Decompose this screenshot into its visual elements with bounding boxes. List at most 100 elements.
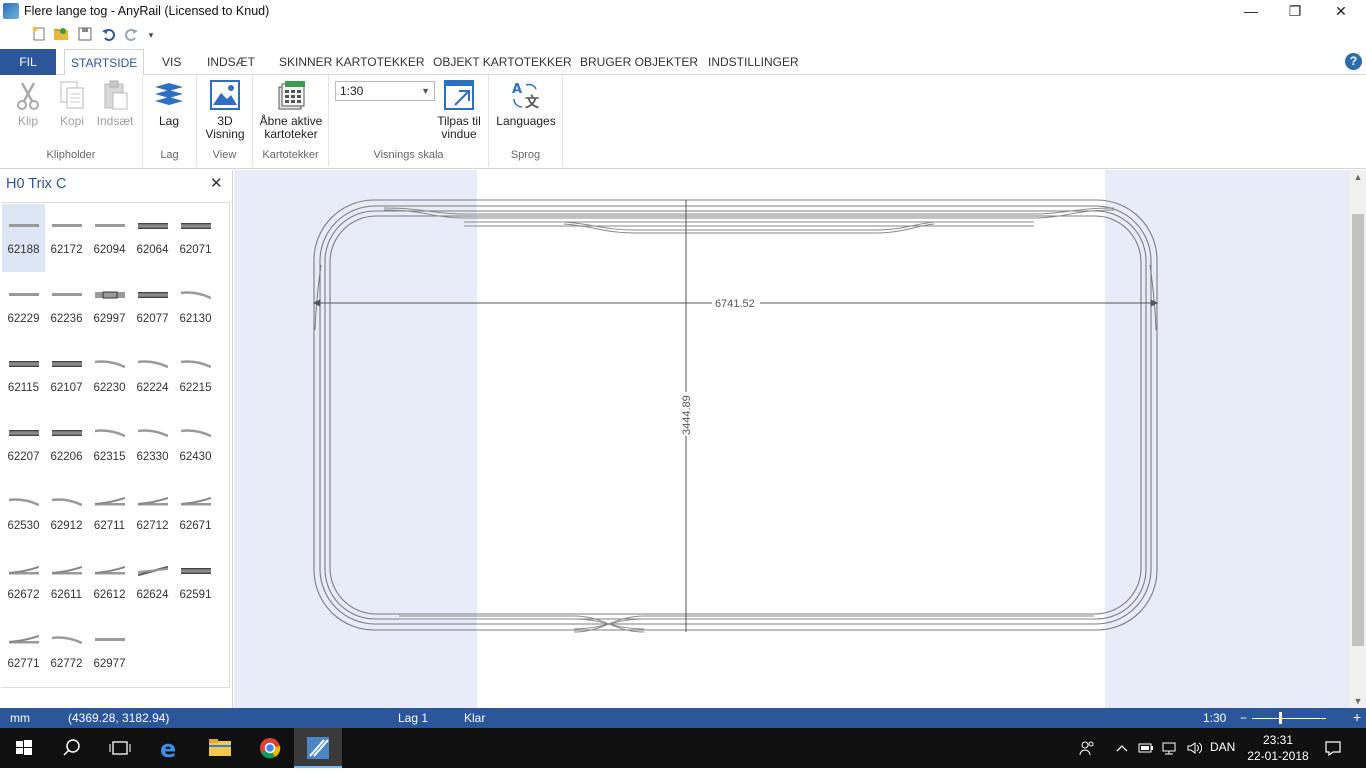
network-icon[interactable] xyxy=(1161,740,1177,756)
track-tile[interactable]: 62671 xyxy=(174,480,217,548)
track-piece-icon xyxy=(8,634,40,644)
tab-vis[interactable]: VIS xyxy=(156,49,187,75)
track-tile[interactable]: 62206 xyxy=(45,411,88,479)
anyrail-taskbar-icon[interactable] xyxy=(294,728,342,768)
new-file-icon[interactable] xyxy=(30,26,48,44)
layout-canvas[interactable]: 6741.52 3444.89 xyxy=(234,170,1350,708)
track-tile[interactable]: 62612 xyxy=(88,549,131,617)
track-tile[interactable]: 62672 xyxy=(2,549,45,617)
track-tile[interactable]: 62207 xyxy=(2,411,45,479)
vertical-scrollbar[interactable]: ▲ ▼ xyxy=(1350,170,1366,708)
help-icon[interactable]: ? xyxy=(1345,53,1362,70)
track-tile-number: 62772 xyxy=(50,658,83,670)
volume-icon[interactable] xyxy=(1186,740,1203,756)
tilpas-label-2: vindue xyxy=(441,127,477,141)
track-tile-number: 62077 xyxy=(136,313,169,325)
3d-visning-button[interactable]: 3D Visning xyxy=(203,79,247,141)
tab-objekt-kartotekker[interactable]: OBJEKT KARTOTEKKER xyxy=(427,49,578,75)
track-tile[interactable]: 62172 xyxy=(45,204,88,272)
track-layout-drawing[interactable]: 6741.52 3444.89 xyxy=(234,170,1350,708)
track-tile[interactable]: 62230 xyxy=(88,342,131,410)
translate-icon: A文 xyxy=(510,79,542,111)
show-hidden-icons-chevron-icon[interactable] xyxy=(1114,740,1130,756)
track-tile[interactable]: 62229 xyxy=(2,273,45,341)
scroll-up-arrow-icon[interactable]: ▲ xyxy=(1350,172,1366,182)
track-tile[interactable]: 62071 xyxy=(174,204,217,272)
battery-icon[interactable] xyxy=(1138,740,1154,756)
track-piece-icon xyxy=(9,220,39,230)
track-tile[interactable]: 62188 xyxy=(2,204,45,272)
track-tile[interactable]: 62077 xyxy=(131,273,174,341)
windows-start-icon[interactable] xyxy=(0,728,48,768)
track-tile[interactable]: 62115 xyxy=(2,342,45,410)
zoom-slider-thumb[interactable] xyxy=(1279,712,1282,724)
anyrail-app-icon[interactable] xyxy=(3,3,19,19)
track-tile-number: 62071 xyxy=(179,244,212,256)
track-tile[interactable]: 62711 xyxy=(88,480,131,548)
track-tile[interactable]: 62064 xyxy=(131,204,174,272)
tab-indsaet[interactable]: INDSÆT xyxy=(201,49,261,75)
undo-icon[interactable] xyxy=(100,26,118,44)
restore-button[interactable]: ❐ xyxy=(1272,0,1318,24)
people-icon[interactable] xyxy=(1079,740,1095,756)
scale-select[interactable]: 1:30 ▼ xyxy=(335,81,435,101)
track-tile[interactable]: 62977 xyxy=(88,618,131,686)
zoom-in-button[interactable]: + xyxy=(1353,709,1361,725)
minimize-button[interactable]: — xyxy=(1228,0,1274,24)
customize-toolbar-chevron-icon[interactable]: ▾ xyxy=(142,26,160,44)
track-tile[interactable]: 62611 xyxy=(45,549,88,617)
track-tile[interactable]: 62624 xyxy=(131,549,174,617)
track-tile[interactable]: 62315 xyxy=(88,411,131,479)
edge-browser-icon[interactable]: e xyxy=(146,728,194,768)
track-tile[interactable]: 62772 xyxy=(45,618,88,686)
input-language-indicator[interactable]: DAN xyxy=(1210,740,1235,754)
track-piece-icon xyxy=(52,289,82,299)
save-icon[interactable] xyxy=(76,26,94,44)
track-tile[interactable]: 62236 xyxy=(45,273,88,341)
tab-startside[interactable]: STARTSIDE xyxy=(64,49,145,76)
klip-button[interactable]: Klip xyxy=(8,79,48,128)
track-tile[interactable]: 62094 xyxy=(88,204,131,272)
track-tile[interactable]: 62215 xyxy=(174,342,217,410)
3d-landscape-icon xyxy=(209,79,241,111)
zoom-out-button[interactable]: − xyxy=(1240,711,1247,725)
search-icon[interactable] xyxy=(48,728,96,768)
track-tile[interactable]: 62530 xyxy=(2,480,45,548)
track-tile[interactable]: 62712 xyxy=(131,480,174,548)
chrome-browser-icon[interactable] xyxy=(246,728,294,768)
track-tile-number: 62611 xyxy=(50,589,83,601)
task-view-icon[interactable] xyxy=(96,728,144,768)
klip-label: Klip xyxy=(17,114,38,128)
track-tile[interactable]: 62130 xyxy=(174,273,217,341)
panel-close-icon[interactable]: ✕ xyxy=(210,174,223,192)
zoom-slider-track[interactable] xyxy=(1252,718,1326,719)
tab-indstillinger[interactable]: INDSTILLINGER xyxy=(702,49,805,75)
close-button[interactable]: ✕ xyxy=(1318,0,1364,24)
track-tile[interactable]: 62107 xyxy=(45,342,88,410)
abne-aktive-kartoteker-button[interactable]: Åbne aktive kartoteker xyxy=(257,79,325,141)
open-folder-icon[interactable] xyxy=(52,26,70,44)
notifications-icon[interactable] xyxy=(1324,740,1342,757)
indsaet-button[interactable]: Indsæt xyxy=(94,79,136,128)
file-explorer-icon[interactable] xyxy=(196,728,244,768)
tab-bruger-objekter[interactable]: BRUGER OBJEKTER xyxy=(574,49,704,75)
lag-button[interactable]: Lag xyxy=(149,79,189,128)
tilpas-til-vindue-button[interactable]: Tilpas til vindue xyxy=(433,79,485,141)
track-tile[interactable]: 62997 xyxy=(88,273,131,341)
track-tile-number: 62977 xyxy=(93,658,126,670)
svg-text:e: e xyxy=(160,735,176,763)
kopi-button[interactable]: Kopi xyxy=(52,79,92,128)
track-tile[interactable]: 62771 xyxy=(2,618,45,686)
track-tile[interactable]: 62912 xyxy=(45,480,88,548)
track-tile[interactable]: 62430 xyxy=(174,411,217,479)
scrollbar-thumb[interactable] xyxy=(1352,214,1364,646)
languages-button[interactable]: A文 Languages xyxy=(493,79,559,128)
track-tile[interactable]: 62591 xyxy=(174,549,217,617)
tab-skinner-kartotekker[interactable]: SKINNER KARTOTEKKER xyxy=(273,49,431,75)
track-tile[interactable]: 62330 xyxy=(131,411,174,479)
scroll-down-arrow-icon[interactable]: ▼ xyxy=(1350,696,1366,706)
track-tile[interactable]: 62224 xyxy=(131,342,174,410)
tab-fil[interactable]: FIL xyxy=(0,49,56,75)
system-clock[interactable]: 23:31 22-01-2018 xyxy=(1246,732,1310,764)
redo-icon[interactable] xyxy=(122,26,140,44)
